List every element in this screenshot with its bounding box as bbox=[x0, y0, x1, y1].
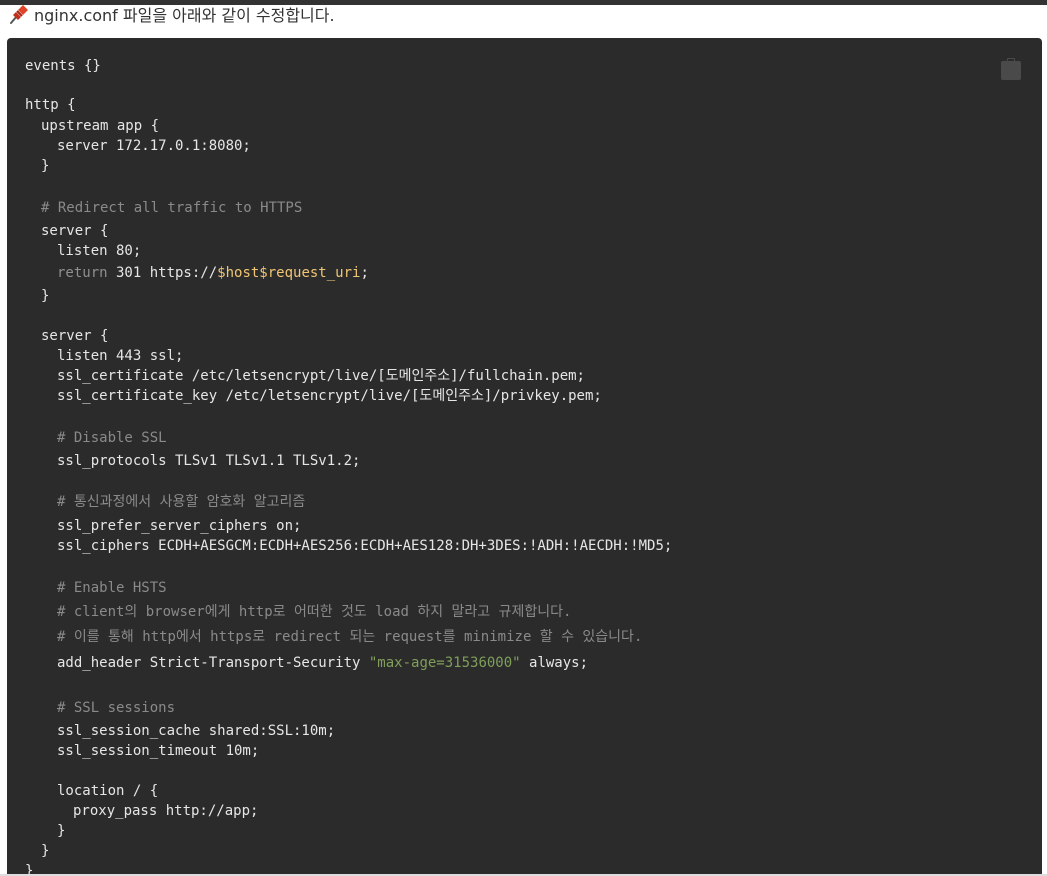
pushpin-icon bbox=[8, 3, 30, 25]
keyword-return: return bbox=[57, 265, 108, 281]
code-variable: $host$request_uri bbox=[217, 265, 361, 281]
code-line: proxy_pass http://app; bbox=[73, 803, 259, 819]
code-comment: # client의 browser에게 http로 어떠한 것도 load 하지… bbox=[57, 604, 572, 620]
code-line: server { bbox=[41, 223, 109, 239]
code-string: "max-age=31536000" bbox=[368, 655, 521, 671]
code-comment: # Redirect all traffic to HTTPS bbox=[41, 200, 303, 216]
code-line: return 301 https://$host$request_uri; bbox=[25, 263, 369, 283]
code-text: add_header Strict-Transport-Security bbox=[57, 655, 369, 671]
code-comment: # 통신과정에서 사용할 암호화 알고리즘 bbox=[57, 494, 306, 510]
code-line: } bbox=[41, 843, 50, 859]
code-text: 301 https:// bbox=[107, 265, 218, 281]
code-line: ssl_certificate /etc/letsencrypt/live/[도… bbox=[57, 368, 585, 384]
code-line: listen 80; bbox=[57, 243, 142, 259]
clipboard-icon[interactable] bbox=[1000, 58, 1022, 80]
code-text: always; bbox=[520, 655, 589, 671]
code-line: ssl_session_cache shared:SSL:10m; bbox=[57, 723, 336, 739]
code-line: add_header Strict-Transport-Security "ma… bbox=[25, 653, 588, 673]
code-line: listen 443 ssl; bbox=[57, 348, 184, 364]
code-line: ssl_ciphers ECDH+AESGCM:ECDH+AES256:ECDH… bbox=[57, 538, 673, 554]
code-comment: # Enable HSTS bbox=[57, 580, 167, 596]
code-line: } bbox=[41, 288, 50, 304]
code-comment: # 이를 통해 http에서 https로 redirect 되는 reques… bbox=[57, 629, 643, 645]
code-comment: # SSL sessions bbox=[57, 700, 176, 716]
code-line: ssl_session_timeout 10m; bbox=[57, 743, 260, 759]
code-line: } bbox=[41, 158, 50, 174]
code-block[interactable]: events {} http { upstream app { server 1… bbox=[7, 38, 1042, 876]
code-line: ssl_protocols TLSv1 TLSv1.1 TLSv1.2; bbox=[57, 453, 361, 469]
code-comment: # Disable SSL bbox=[57, 430, 167, 446]
code-line: server { bbox=[41, 328, 109, 344]
code-line: server 172.17.0.1:8080; bbox=[57, 138, 251, 154]
code-line: ssl_prefer_server_ciphers on; bbox=[57, 518, 302, 534]
code-line: events {} bbox=[25, 58, 101, 74]
code-text: ; bbox=[360, 265, 369, 281]
code-line: ssl_certificate_key /etc/letsencrypt/liv… bbox=[57, 388, 602, 404]
intro-text: nginx.conf 파일을 아래와 같이 수정합니다. bbox=[34, 6, 335, 25]
code-line: upstream app { bbox=[41, 118, 160, 134]
code-line: } bbox=[57, 823, 66, 839]
intro-line: nginx.conf 파일을 아래와 같이 수정합니다. bbox=[8, 2, 335, 26]
code-line: http { bbox=[25, 97, 76, 113]
code-line: location / { bbox=[57, 783, 159, 799]
